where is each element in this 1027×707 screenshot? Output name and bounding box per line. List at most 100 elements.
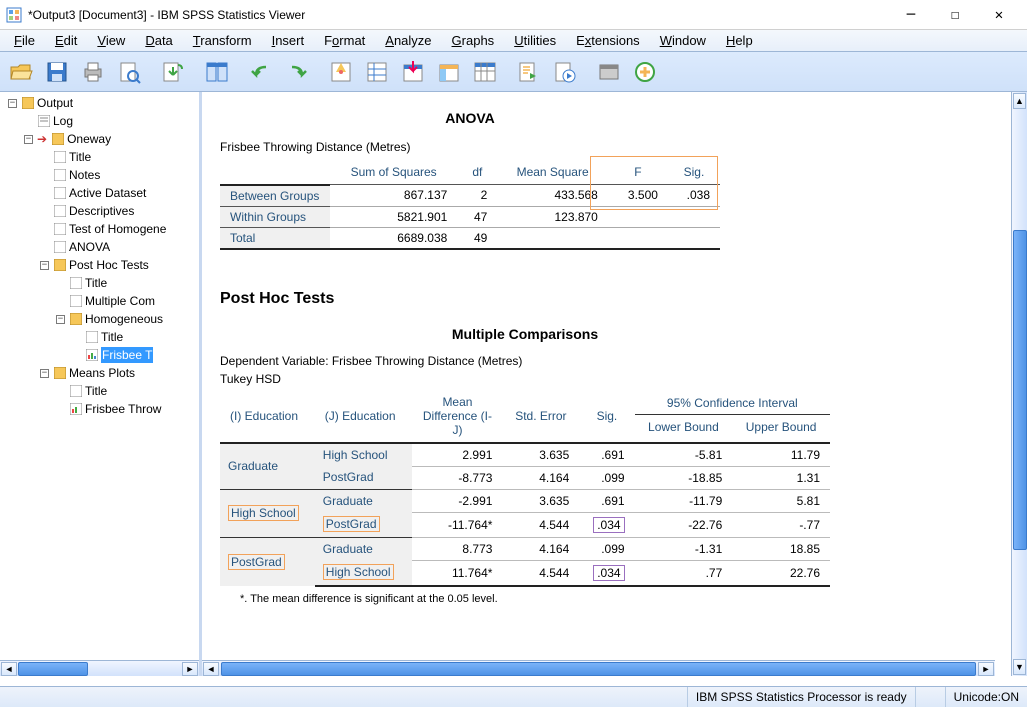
tree-means[interactable]: Means Plots (69, 365, 135, 381)
maximize-button[interactable]: ☐ (933, 1, 977, 29)
menu-edit[interactable]: Edit (45, 31, 87, 50)
tree-item[interactable]: Title (69, 149, 91, 165)
tree-item[interactable]: Notes (69, 167, 100, 183)
tree-item[interactable]: Homogeneous (85, 311, 163, 327)
anova-dv-label: Frisbee Throwing Distance (Metres) (220, 140, 1011, 154)
tree-item[interactable]: Title (85, 383, 107, 399)
log-icon (37, 114, 51, 128)
tree-item-selected[interactable]: Frisbee T (101, 347, 153, 363)
menu-extensions[interactable]: Extensions (566, 31, 650, 50)
minimize-button[interactable]: ─ (889, 1, 933, 29)
anova-title: ANOVA (220, 110, 720, 126)
scroll-right-icon[interactable]: ► (182, 662, 198, 676)
window-title: *Output3 [Document3] - IBM SPSS Statisti… (28, 8, 889, 22)
highlight-anova-f-sig (590, 156, 718, 210)
tree-item[interactable]: Frisbee Throw (85, 401, 161, 417)
tree-output[interactable]: Output (37, 95, 73, 111)
tree-log[interactable]: Log (53, 113, 73, 129)
chart-icon (85, 348, 99, 362)
title-icon (69, 276, 83, 290)
scroll-left-icon[interactable]: ◄ (1, 662, 17, 676)
title-icon (53, 150, 67, 164)
posthoc-dv: Dependent Variable: Frisbee Throwing Dis… (220, 354, 1011, 368)
menu-view[interactable]: View (87, 31, 135, 50)
goto-data-icon[interactable] (200, 55, 234, 89)
output-root-icon (21, 96, 35, 110)
scroll-left-icon[interactable]: ◄ (203, 662, 219, 676)
menu-graphs[interactable]: Graphs (442, 31, 505, 50)
tree-item[interactable]: Active Dataset (69, 185, 146, 201)
folder-icon (53, 366, 67, 380)
menubar: File Edit View Data Transform Insert For… (0, 30, 1027, 52)
status-unicode: Unicode:ON (945, 687, 1027, 707)
menu-window[interactable]: Window (650, 31, 716, 50)
statusbar: IBM SPSS Statistics Processor is ready U… (0, 686, 1027, 707)
scroll-thumb[interactable] (1013, 230, 1027, 550)
scroll-down-icon[interactable]: ▼ (1013, 659, 1026, 675)
chart-icon (69, 402, 83, 416)
menu-utilities[interactable]: Utilities (504, 31, 566, 50)
tree-item[interactable]: ANOVA (69, 239, 110, 255)
highlight-j-postgrad: PostGrad (323, 516, 380, 532)
tree-item[interactable]: Title (101, 329, 123, 345)
select-cases-icon[interactable] (396, 55, 430, 89)
tree-item[interactable]: Title (85, 275, 107, 291)
menu-transform[interactable]: Transform (183, 31, 262, 50)
menu-data[interactable]: Data (135, 31, 182, 50)
menu-insert[interactable]: Insert (262, 31, 315, 50)
print-preview-icon[interactable] (112, 55, 146, 89)
scroll-right-icon[interactable]: ► (978, 662, 994, 676)
open-icon[interactable] (4, 55, 38, 89)
tree-item[interactable]: Post Hoc Tests (69, 257, 149, 273)
oneway-icon (51, 132, 65, 146)
multcomp-title: Multiple Comparisons (220, 326, 830, 342)
tree-hscrollbar[interactable]: ◄ ► (0, 660, 199, 676)
menu-format[interactable]: Format (314, 31, 375, 50)
table-icon (69, 294, 83, 308)
goto-case-icon[interactable] (324, 55, 358, 89)
tree-oneway[interactable]: Oneway (67, 131, 111, 147)
menu-help[interactable]: Help (716, 31, 763, 50)
folder-icon (69, 312, 83, 326)
run-syntax-icon[interactable] (512, 55, 546, 89)
variables-icon[interactable] (360, 55, 394, 89)
add-icon[interactable] (628, 55, 662, 89)
tree-item[interactable]: Descriptives (69, 203, 134, 219)
content-hscrollbar[interactable]: ◄ ► (202, 660, 995, 676)
designate-window-icon[interactable] (592, 55, 626, 89)
split-file-icon[interactable] (468, 55, 502, 89)
menu-analyze[interactable]: Analyze (375, 31, 441, 50)
close-button[interactable]: ✕ (977, 1, 1021, 29)
outline-tree[interactable]: −Output Log −➔Oneway Title Notes Active … (0, 92, 202, 676)
app-icon (6, 7, 22, 23)
toolbar (0, 52, 1027, 92)
highlight-sig-034a: .034 (593, 517, 624, 533)
status-processor: IBM SPSS Statistics Processor is ready (687, 687, 915, 707)
posthoc-method: Tukey HSD (220, 372, 1011, 386)
output-content: ANOVA Frisbee Throwing Distance (Metres)… (202, 92, 1011, 676)
dataset-icon (53, 186, 67, 200)
scroll-thumb[interactable] (18, 662, 88, 676)
highlight-i-highschool: High School (228, 505, 299, 521)
highlight-j-highschool: High School (323, 564, 394, 580)
scroll-thumb[interactable] (221, 662, 976, 676)
status-blank (915, 687, 945, 707)
scroll-up-icon[interactable]: ▲ (1013, 93, 1026, 109)
tree-item[interactable]: Test of Homogene (69, 221, 166, 237)
table-icon (53, 204, 67, 218)
export-icon[interactable] (156, 55, 190, 89)
save-icon[interactable] (40, 55, 74, 89)
table-icon (53, 240, 67, 254)
run-pending-icon[interactable] (548, 55, 582, 89)
content-vscrollbar[interactable]: ▲ ▼ (1011, 92, 1027, 676)
undo-icon[interactable] (244, 55, 278, 89)
redo-icon[interactable] (280, 55, 314, 89)
print-icon[interactable] (76, 55, 110, 89)
highlight-sig-034b: .034 (593, 565, 624, 581)
weight-cases-icon[interactable] (432, 55, 466, 89)
footnote: *. The mean difference is significant at… (240, 593, 830, 605)
tree-item[interactable]: Multiple Com (85, 293, 155, 309)
title-icon (69, 384, 83, 398)
menu-file[interactable]: File (4, 31, 45, 50)
table-icon (53, 222, 67, 236)
